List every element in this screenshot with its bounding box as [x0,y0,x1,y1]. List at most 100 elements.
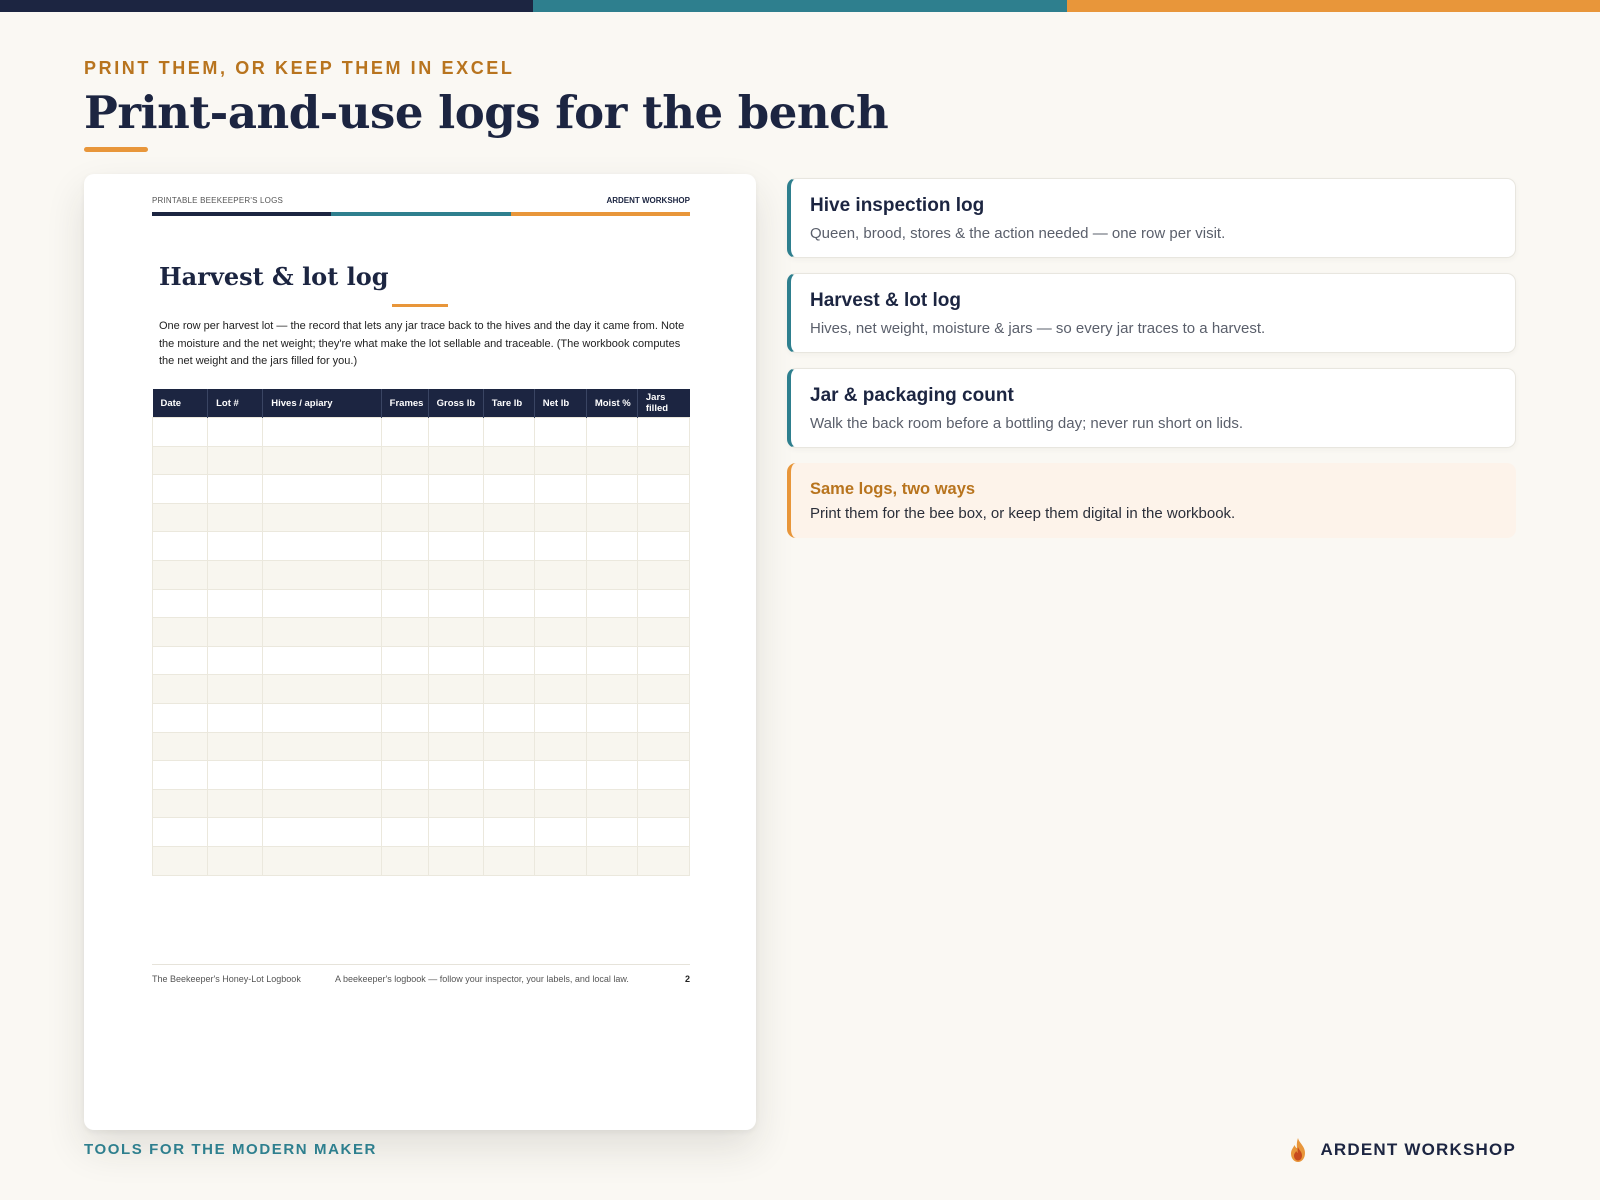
table-cell [262,417,382,447]
table-cell [482,474,535,504]
table-cell [262,845,382,876]
table-cell [482,417,535,447]
table-cell [380,502,429,533]
table-cell [427,760,484,790]
table-cell [262,674,382,704]
table-cell [533,645,587,676]
table-cell [262,760,382,790]
table-cell [636,617,691,647]
preview-footer-title: The Beekeeper's Honey-Lot Logbook [152,974,301,984]
table-cell [533,731,587,762]
preview-header: PRINTABLE BEEKEEPER'S LOGS ARDENT WORKSH… [152,196,690,208]
table-cell [380,845,429,876]
top-bar-orange-segment [1066,0,1600,12]
table-cell [482,702,535,733]
table-cell [262,474,382,504]
table-cell [482,588,535,619]
table-cell [151,645,209,676]
preview-title: Harvest & lot log [159,262,389,291]
preview-header-right: ARDENT WORKSHOP [606,196,690,205]
table-row [151,445,691,476]
table-cell [585,417,638,447]
card-title: Jar & packaging count [810,385,1014,406]
table-row [151,417,691,447]
table-cell [380,788,429,819]
card-title: Harvest & lot log [810,290,961,311]
column-header: Lot # [207,389,264,418]
table-row [151,760,691,790]
table-cell [482,817,535,847]
harvest-log-table: Date Lot # Hives / apiary Frames Gross l… [151,389,691,876]
table-cell [482,760,535,790]
table-cell [151,817,209,847]
note-callout: Same logs, two ways Print them for the b… [787,463,1516,538]
table-cell [207,760,264,790]
table-cell [262,559,382,590]
preview-footer: The Beekeeper's Honey-Lot Logbook A beek… [152,964,690,987]
column-header: Hives / apiary [262,389,382,418]
table-cell [585,760,638,790]
table-cell [585,645,638,676]
table-cell [207,531,264,561]
card-harvest-lot-log[interactable]: Harvest & lot log Hives, net weight, moi… [787,273,1516,353]
table-cell [207,559,264,590]
table-row [151,559,691,590]
table-cell [207,674,264,704]
table-cell [380,760,429,790]
table-cell [636,445,691,476]
column-header: Frames [381,389,429,418]
stripe-teal [331,212,511,216]
table-cell [533,674,587,704]
preview-description: One row per harvest lot — the record tha… [159,320,685,367]
preview-page-number: 2 [684,974,690,984]
table-cell [585,531,638,561]
table-row [151,617,691,647]
footer-tagline: TOOLS FOR THE MODERN MAKER [84,1141,377,1158]
table-cell [262,645,382,676]
table-cell [533,531,587,561]
table-cell [636,417,691,447]
table-cell [427,817,484,847]
table-cell [151,760,209,790]
note-title: Same logs, two ways [810,480,976,498]
table-cell [262,817,382,847]
table-cell [151,588,209,619]
table-cell [585,559,638,590]
table-cell [585,445,638,476]
table-cell [151,845,209,876]
table-row [151,731,691,762]
table-cell [380,559,429,590]
table-cell [427,674,484,704]
table-cell [427,702,484,733]
table-cell [427,845,484,876]
table-cell [585,617,638,647]
table-cell [533,702,587,733]
preview-title-underline [392,304,448,307]
preview-header-left: PRINTABLE BEEKEEPER'S LOGS [152,196,284,205]
column-header: Date [152,389,209,418]
table-cell [207,645,264,676]
preview-footer-disclaimer: A beekeeper's logbook — follow your insp… [335,974,629,984]
card-jar-packaging-count[interactable]: Jar & packaging count Walk the back room… [787,368,1516,448]
table-row [151,474,691,504]
table-cell [636,559,691,590]
card-hive-inspection-log[interactable]: Hive inspection log Queen, brood, stores… [787,178,1516,258]
table-cell [380,445,429,476]
note-description: Print them for the bee box, or keep them… [810,505,1236,522]
table-cell [427,645,484,676]
table-cell [482,674,535,704]
table-cell [636,760,691,790]
table-row [151,845,691,876]
table-cell [585,702,638,733]
table-cell [636,788,691,819]
table-cell [636,702,691,733]
table-cell [262,531,382,561]
brand-lockup[interactable]: ARDENT WORKSHOP [1286,1137,1516,1163]
table-cell [151,417,209,447]
table-cell [636,502,691,533]
table-cell [585,845,638,876]
table-cell [380,645,429,676]
table-cell [636,845,691,876]
table-cell [207,617,264,647]
table-cell [585,731,638,762]
